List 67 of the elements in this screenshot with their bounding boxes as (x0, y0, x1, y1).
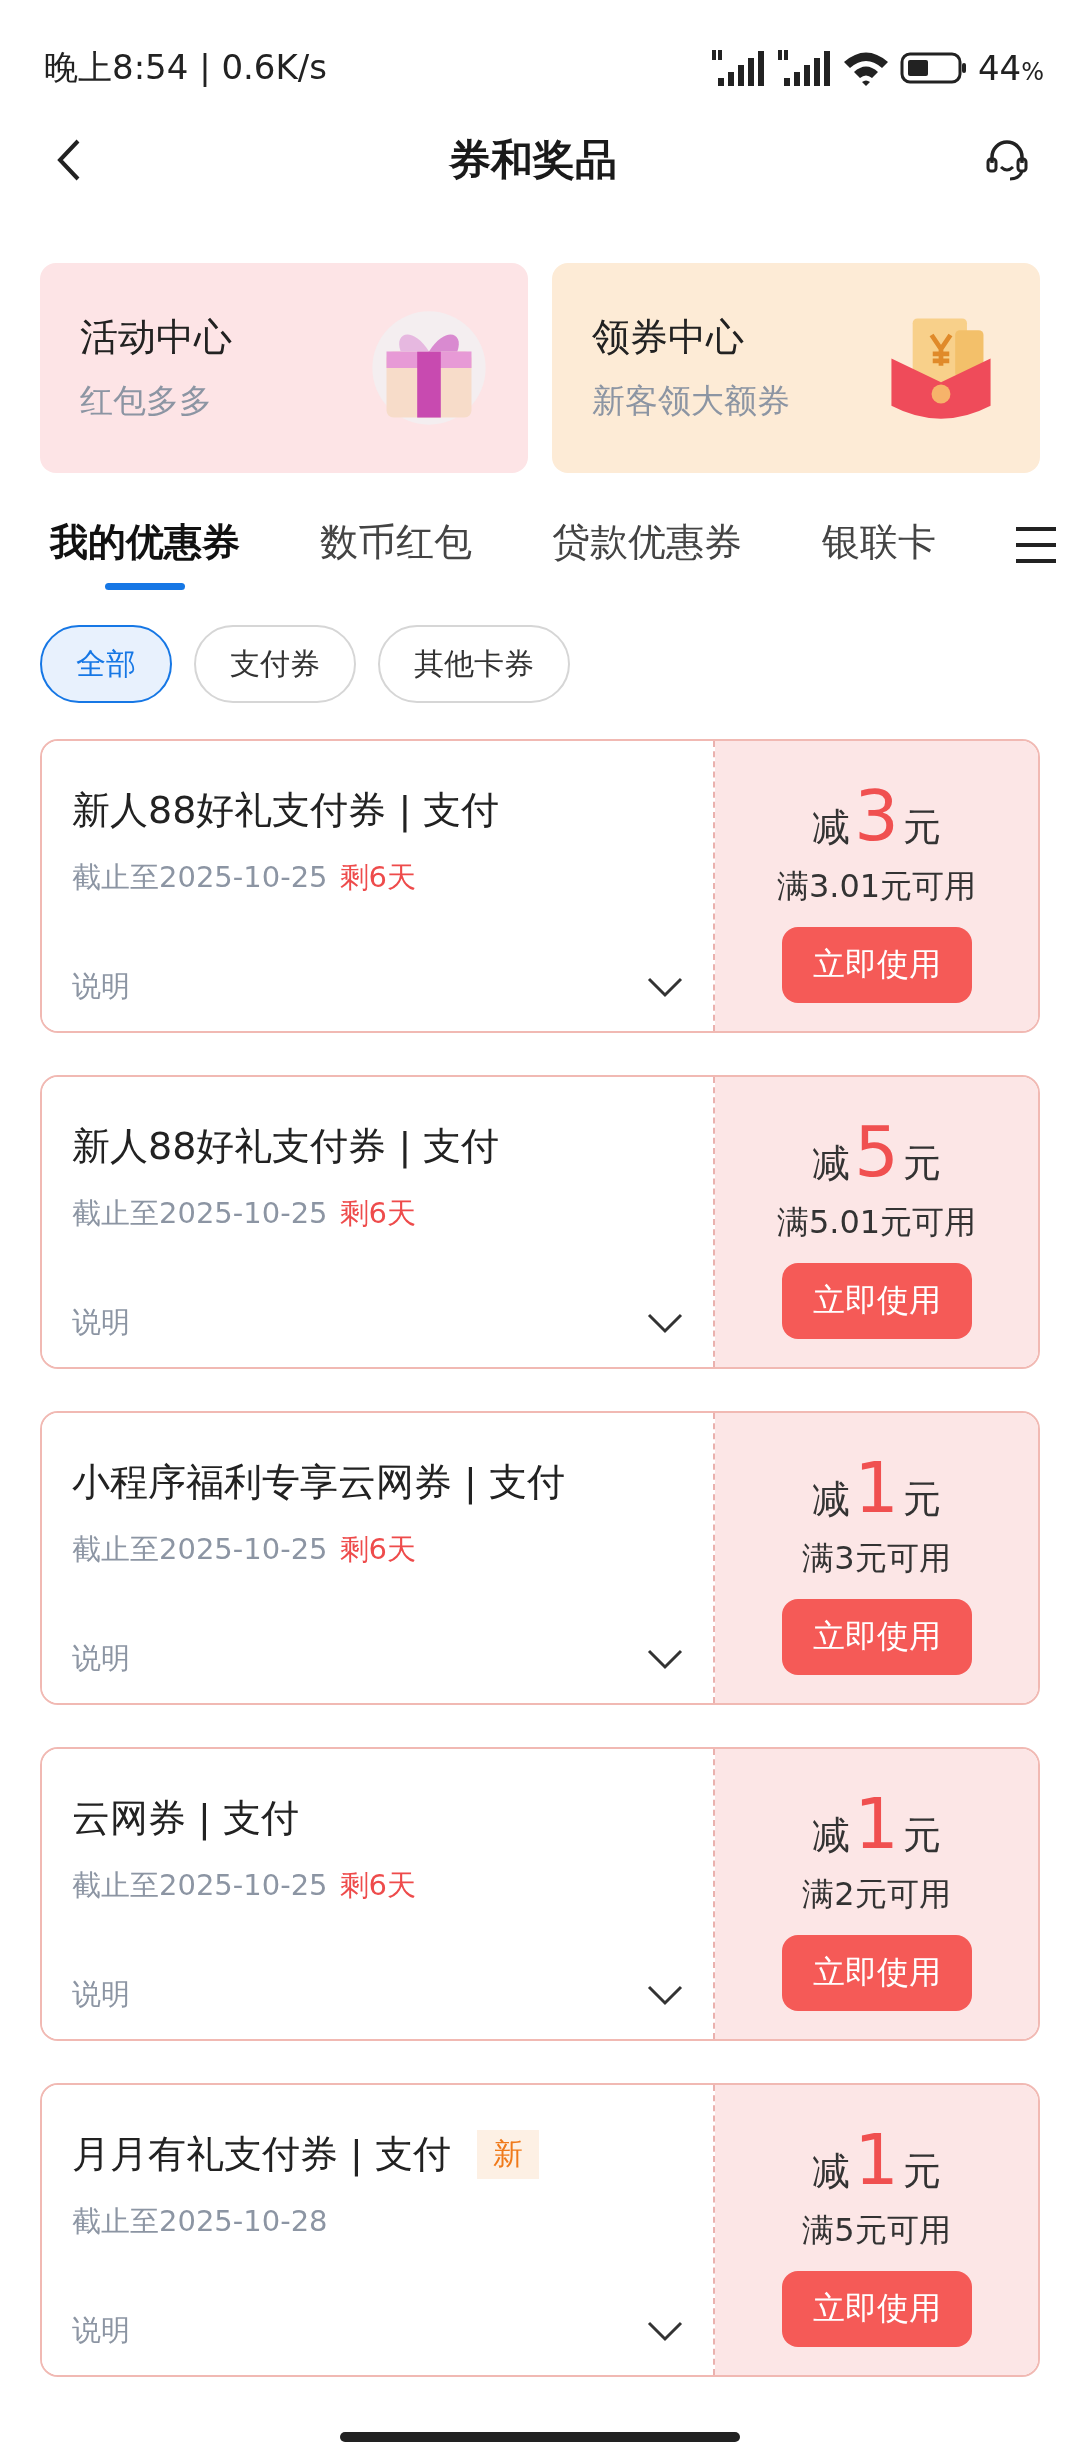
signal-icon (775, 47, 832, 88)
deadline: 截止至2025-10-25 (72, 1531, 328, 1568)
days-remaining: 剩6天 (339, 1867, 416, 1904)
chevron-down-icon[interactable] (647, 976, 683, 998)
discount-prefix: 减 (812, 804, 851, 851)
coupon-title: 小程序福利专享云网券 | 支付 (72, 1459, 565, 1507)
tab[interactable]: 银联卡 (822, 517, 936, 590)
tab[interactable]: 我的优惠券 (50, 517, 240, 590)
back-button[interactable] (56, 138, 82, 182)
usage-condition: 满2元可用 (802, 1874, 951, 1915)
usage-condition: 满5元可用 (802, 2210, 951, 2251)
currency-unit: 元 (902, 1476, 941, 1523)
promo-card[interactable]: 活动中心 红包多多 (40, 263, 528, 473)
details-label: 说明 (72, 2312, 130, 2349)
signal-icon (709, 47, 766, 88)
status-time: 晚上8:54 | 0.6K/s (44, 45, 327, 89)
headset-icon[interactable] (984, 137, 1030, 183)
details-label: 说明 (72, 968, 130, 1005)
days-remaining: 剩6天 (339, 1531, 416, 1568)
discount-prefix: 减 (812, 1476, 851, 1523)
tab[interactable]: 数币红包 (320, 517, 472, 590)
discount-amount: 1 (854, 1789, 899, 1859)
coupon-title: 月月有礼支付券 | 支付 (72, 2131, 451, 2179)
chevron-down-icon[interactable] (647, 2320, 683, 2342)
new-badge: 新 (476, 2130, 539, 2179)
card-title: 领券中心 (592, 314, 745, 361)
page-title: 券和奖品 (449, 134, 617, 186)
discount-amount: 3 (854, 781, 899, 851)
usage-condition: 满5.01元可用 (776, 1202, 977, 1243)
card-subtitle: 新客领大额券 (592, 380, 790, 422)
coupon-title: 新人88好礼支付券 | 支付 (72, 1123, 500, 1171)
usage-condition: 满3.01元可用 (776, 866, 977, 907)
currency-unit: 元 (902, 1140, 941, 1187)
details-label: 说明 (72, 1976, 130, 2013)
discount-prefix: 减 (812, 1140, 851, 1187)
currency-unit: 元 (902, 2148, 941, 2195)
chevron-down-icon[interactable] (647, 1984, 683, 2006)
chevron-down-icon[interactable] (647, 1312, 683, 1334)
deadline: 截止至2025-10-25 (72, 1867, 328, 1904)
coupon-title: 新人88好礼支付券 | 支付 (72, 787, 500, 835)
chevron-down-icon[interactable] (647, 1648, 683, 1670)
details-label: 说明 (72, 1304, 130, 1341)
discount-prefix: 减 (812, 1812, 851, 1859)
filter-chip[interactable]: 其他卡券 (378, 625, 570, 703)
days-remaining: 剩6天 (339, 1195, 416, 1232)
days-remaining: 剩6天 (339, 859, 416, 896)
usage-condition: 满3元可用 (802, 1538, 951, 1579)
filter-chip[interactable]: 全部 (40, 625, 172, 703)
coupon-title: 云网券 | 支付 (72, 1795, 299, 1843)
discount-amount: 5 (854, 1117, 899, 1187)
discount-prefix: 减 (812, 2148, 851, 2195)
discount-amount: 1 (854, 1453, 899, 1523)
card-title: 活动中心 (80, 314, 232, 361)
deadline: 截止至2025-10-25 (72, 1195, 328, 1232)
gift-icon (370, 309, 488, 427)
tab[interactable]: 贷款优惠券 (552, 517, 742, 590)
filter-chip[interactable]: 支付券 (194, 625, 356, 703)
deadline: 截止至2025-10-25 (72, 859, 328, 896)
currency-unit: 元 (902, 1812, 941, 1859)
battery-icon (899, 50, 968, 85)
card-subtitle: 红包多多 (80, 380, 213, 422)
currency-unit: 元 (902, 804, 941, 851)
deadline: 截止至2025-10-28 (72, 2203, 328, 2240)
details-label: 说明 (72, 1640, 130, 1677)
discount-amount: 1 (854, 2125, 899, 2195)
promo-card[interactable]: 领券中心 新客领大额券 (552, 263, 1040, 473)
battery-percent: 44% (977, 47, 1044, 88)
